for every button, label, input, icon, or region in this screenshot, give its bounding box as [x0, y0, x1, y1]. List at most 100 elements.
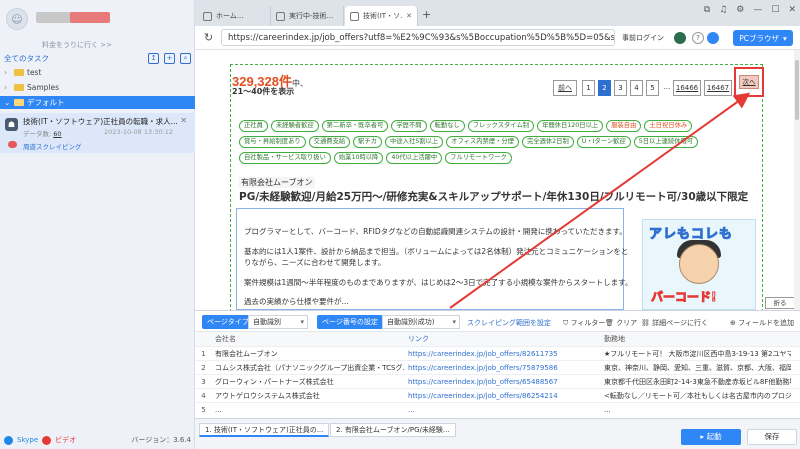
- location-cell: 東京都千代田区永田町2-14-3東急不動産赤坂ビル8F他勤務場...: [604, 377, 791, 386]
- folder-test[interactable]: › test: [0, 66, 195, 79]
- link-cell: https://careerindex.jp/job_offers/654885…: [408, 377, 558, 386]
- table-row[interactable]: 4 アウトゲロウシステムス株式会社 https://careerindex.jp/j…: [195, 389, 800, 403]
- table-row[interactable]: 5.........: [195, 403, 800, 416]
- task-name: 技術(IT・ソフトウェア)正社員の転職・求人...: [23, 117, 178, 126]
- row-index: 1: [201, 349, 206, 358]
- upgrade-link[interactable]: 料金をうりに行く >>: [42, 40, 112, 50]
- chevron-down-icon: ▾: [452, 318, 456, 326]
- sheet-tabs-bar: 1. 技術(IT・ソフトウェア)正社員の... 2. 有限会社ムーブオン/PG/…: [195, 418, 800, 449]
- page-number-value: 自動識別(成功): [387, 318, 435, 326]
- start-label: 起動: [706, 432, 722, 441]
- gear-icon[interactable]: ⚙: [736, 5, 744, 15]
- avatar-icon[interactable]: ☺: [6, 8, 28, 30]
- scrape-range-link[interactable]: スクレイピング範囲を設定: [467, 318, 551, 328]
- prelogin-label[interactable]: 事前ログイン: [622, 33, 664, 43]
- web-page: 329,328件中、 21～40件を表示 前へ 1 2 3 4 5 ... 16…: [195, 50, 800, 310]
- adblock-icon[interactable]: [707, 32, 719, 44]
- video-link[interactable]: ビデオ: [55, 435, 76, 445]
- chevron-down-icon: ⌄: [4, 98, 11, 107]
- close-icon[interactable]: ✕: [406, 12, 412, 20]
- filter-button[interactable]: ⛉ フィルター: [563, 318, 605, 328]
- folder-samples[interactable]: › Samples: [0, 81, 195, 94]
- chevron-right-icon: ›: [4, 83, 7, 92]
- close-icon[interactable]: ✕: [180, 116, 187, 125]
- page-icon: [276, 11, 285, 21]
- row-index: 3: [201, 377, 206, 386]
- link-icon: ⛓: [641, 319, 650, 327]
- share-icon[interactable]: ⧉: [704, 5, 710, 15]
- link-cell: https://careerindex.jp/job_offers/862542…: [408, 391, 558, 400]
- user-header: ☺ 料金をうりに行く >>: [0, 0, 194, 52]
- maximize-icon[interactable]: ☐: [771, 5, 779, 15]
- extension-icon[interactable]: [674, 32, 686, 44]
- add-field-label: フィールドを追加: [738, 319, 794, 327]
- page-type-label: ページタイプ: [202, 315, 254, 329]
- video-icon: [42, 435, 52, 445]
- add-field-button[interactable]: ⊕ フィールドを追加: [730, 318, 794, 328]
- sheet-tab[interactable]: 2. 有限会社ムーブオン/PG/未経験...: [330, 423, 456, 437]
- tab-label: 技術(IT・ソ...: [363, 12, 403, 20]
- skype-link[interactable]: Skype: [17, 436, 38, 444]
- username-redacted-badge: [70, 12, 110, 23]
- url-field[interactable]: https://careerindex.jp/job_offers?utf8=%…: [221, 29, 615, 46]
- search-icon[interactable]: ⌕: [180, 53, 191, 64]
- detail-page-button[interactable]: ⛓ 詳細ページに行く: [641, 318, 708, 328]
- location-cell: 東京、神奈川、静岡、愛知、三重、滋賀、京都、大阪、福岡いずれ...: [604, 363, 791, 372]
- table-row[interactable]: 2 コムシス株式会社（パナソニックグループ出資企業・TCSグ... https://…: [195, 361, 800, 375]
- company-cell: コムシス株式会社（パナソニックグループ出資企業・TCSグ...: [215, 363, 405, 372]
- bell-icon[interactable]: ♫: [719, 5, 727, 15]
- folder-default[interactable]: ⌄ デフォルト: [0, 96, 195, 109]
- tab-label: 実行中-技術...: [289, 12, 334, 20]
- row-index: 4: [201, 391, 206, 400]
- page-scrollbar[interactable]: [794, 50, 800, 310]
- table-row[interactable]: 1 有限会社ムーブオン https://careerindex.jp/job_off…: [195, 347, 800, 361]
- minimize-icon[interactable]: —: [753, 5, 762, 15]
- cloud-icon: [8, 141, 17, 148]
- task-item[interactable]: ☗ 技術(IT・ソフトウェア)正社員の転職・求人... ✕ データ数: 60 2…: [0, 113, 195, 153]
- tab-home[interactable]: ホーム...: [198, 6, 271, 26]
- folder-icon: [14, 99, 24, 106]
- reload-icon[interactable]: ↻: [204, 31, 213, 44]
- close-window-icon[interactable]: ✕: [788, 5, 796, 15]
- table-header: 会社名 リンク 勤務地: [195, 332, 800, 347]
- page-number-select[interactable]: 自動識別(成功) ▾: [382, 315, 460, 329]
- detail-label: 詳細ページに行く: [652, 319, 708, 327]
- column-header[interactable]: 勤務地: [601, 334, 791, 344]
- tab-current[interactable]: 技術(IT・ソ... ✕: [345, 6, 418, 26]
- scroll-thumb[interactable]: [795, 60, 799, 120]
- chevron-down-icon: ▾: [783, 33, 787, 43]
- cloud-scrape-link[interactable]: 周遊スクレイピング: [23, 141, 82, 151]
- pc-browser-button[interactable]: PCブラウザ ▾: [733, 30, 793, 46]
- help-icon[interactable]: ?: [692, 32, 704, 44]
- import-icon[interactable]: ↥: [148, 53, 159, 64]
- sheet-tab[interactable]: 1. 技術(IT・ソフトウェア)正社員の...: [199, 423, 330, 437]
- chevron-right-icon: ›: [4, 68, 7, 77]
- new-tab-icon[interactable]: +: [422, 8, 431, 21]
- folder-label: Samples: [27, 83, 60, 92]
- column-header[interactable]: 会社名: [212, 334, 405, 344]
- tab-running[interactable]: 実行中-技術...: [271, 6, 344, 26]
- company-cell: 有限会社ムーブオン: [215, 349, 278, 358]
- new-folder-icon[interactable]: +: [164, 53, 175, 64]
- all-tasks-header: 全てのタスク ↥ + ⌕: [0, 52, 195, 65]
- column-header[interactable]: リンク: [405, 334, 601, 344]
- data-table: 会社名 リンク 勤務地 1 有限会社ムーブオン https://careerinde…: [195, 332, 800, 416]
- folder-label: デフォルト: [27, 98, 65, 107]
- table-row[interactable]: 3 グローウィン・パートナーズ株式会社 https://careerindex.jp…: [195, 375, 800, 389]
- task-count-value[interactable]: 60: [53, 130, 61, 138]
- location-cell: ★フルリモート可！ 大阪市淀川区西中島3-19-13 第2ユヤマビ...: [604, 349, 791, 358]
- link-cell: https://careerindex.jp/job_offers/758795…: [408, 363, 558, 372]
- address-bar: ↻ https://careerindex.jp/job_offers?utf8…: [195, 26, 800, 50]
- chevron-down-icon: ▾: [300, 318, 304, 326]
- browser-tabbar: ホーム... 実行中-技術... 技術(IT・ソ... ✕ + ⧉ ♫ ⚙ — …: [195, 0, 800, 26]
- save-button[interactable]: 保存: [747, 429, 797, 445]
- arrow-line: [449, 92, 751, 309]
- company-cell: ...: [215, 405, 222, 414]
- folder-icon: [14, 69, 24, 76]
- clear-button[interactable]: 🗑 クリア: [605, 318, 637, 328]
- trash-icon: 🗑: [605, 319, 614, 327]
- location-cell: <転勤なし／リモート可／本社もしくは名古屋市内のプロジェク...: [604, 391, 791, 400]
- start-button[interactable]: ▸ 起動: [681, 429, 741, 445]
- row-index: 5: [201, 405, 206, 414]
- page-type-select[interactable]: 自動識別 ▾: [248, 315, 308, 329]
